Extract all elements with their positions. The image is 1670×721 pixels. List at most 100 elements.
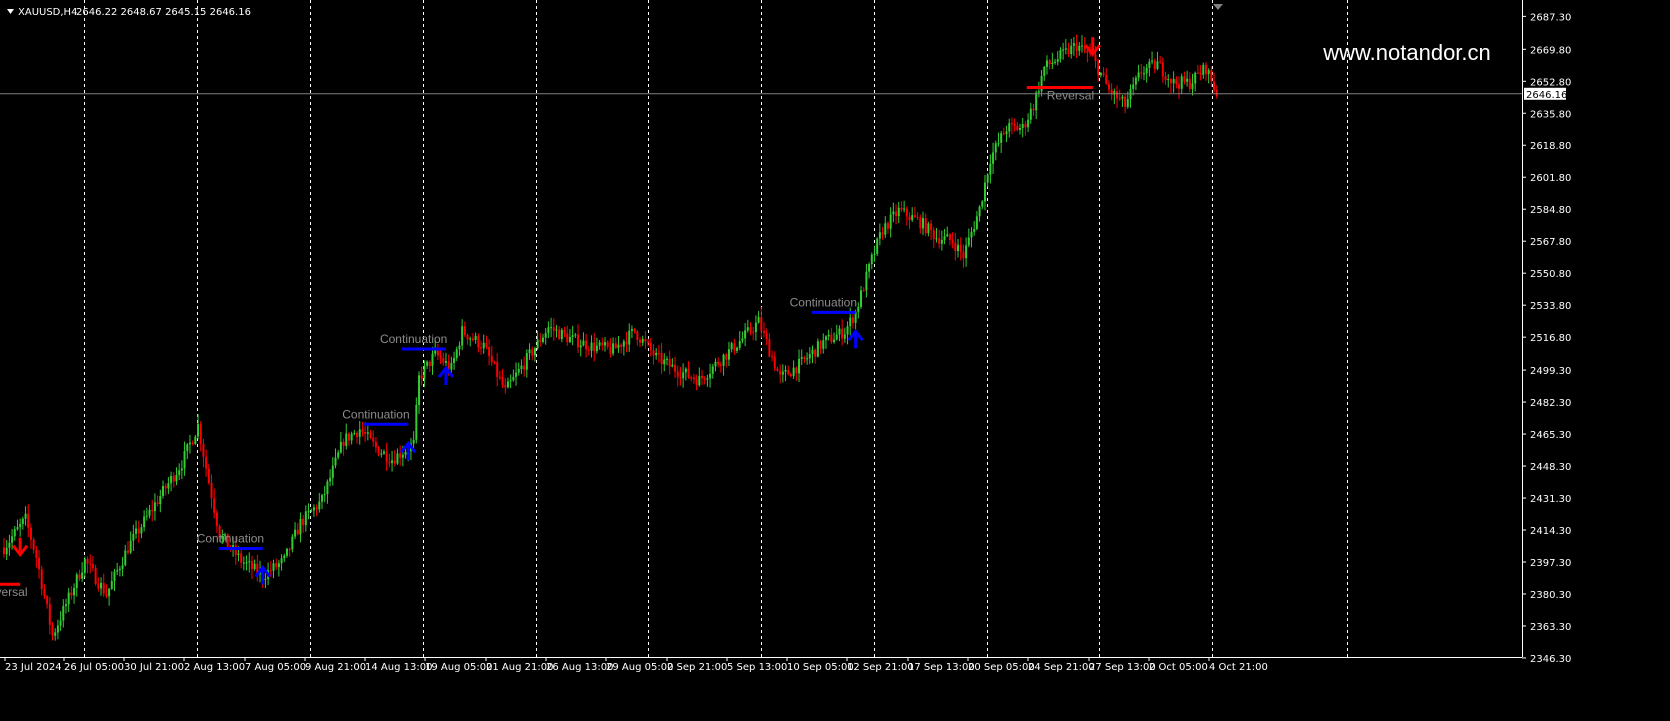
candle-body (444, 361, 447, 363)
candle-body (722, 354, 725, 366)
candle-body (1137, 72, 1140, 78)
signal-label: Continuation (342, 407, 409, 421)
candle-body (29, 527, 32, 540)
candle-body (1180, 76, 1183, 89)
candle-body (194, 436, 197, 444)
candle-body (876, 238, 879, 254)
candle-body (924, 218, 927, 234)
candle-body (555, 329, 558, 331)
candle-body (48, 604, 51, 625)
candle-body (563, 329, 566, 334)
candle-body (644, 338, 647, 342)
ohlc-readout: 2646.22 2648.67 2645.15 2646.16 (76, 7, 251, 18)
candle-body (197, 423, 200, 437)
candle-body (587, 349, 590, 351)
symbol-header[interactable]: XAUUSD,H4 2646.22 2648.67 2645.15 2646.1… (7, 7, 251, 18)
candle-body (461, 326, 464, 346)
candle-body (105, 593, 108, 597)
price-tick-label: 2652.80 (1530, 77, 1571, 88)
candle-body (493, 362, 496, 364)
candle-body (67, 592, 70, 605)
candle-body (913, 215, 916, 217)
time-tick-label: 12 Sep 21:00 (847, 662, 914, 673)
candle-body (542, 337, 544, 342)
candle-body (1075, 43, 1078, 51)
candle-body (558, 329, 561, 339)
candle-body (811, 349, 814, 355)
candle-body (566, 333, 569, 342)
candle-body (372, 437, 375, 442)
candle-body (762, 330, 765, 333)
candle-body (989, 163, 992, 175)
candle-body (1199, 73, 1202, 75)
time-tick-label: 19 Aug 05:00 (425, 662, 492, 673)
candle-body (498, 376, 501, 378)
candle-body (649, 342, 652, 351)
candle-body (153, 502, 156, 512)
candle-body (822, 340, 825, 349)
candle-body (528, 349, 531, 354)
candle-body (1072, 43, 1075, 46)
candle-body (108, 588, 111, 597)
candle-body (630, 328, 633, 331)
candle-body (296, 529, 299, 535)
candle-body (868, 264, 871, 272)
candle-body (1081, 45, 1083, 47)
candle-body (900, 207, 903, 210)
candle-body (175, 475, 178, 482)
signal-label: Reversal (1047, 88, 1094, 102)
candle-body (1148, 61, 1151, 68)
candle-body (121, 565, 124, 569)
candle-body (148, 509, 151, 516)
candle-body (469, 338, 472, 340)
candle-body (967, 237, 970, 246)
candle-body (1153, 60, 1156, 69)
candle-body (908, 216, 911, 221)
candle-body (1059, 50, 1062, 60)
candle-body (520, 365, 523, 369)
candle-body (202, 444, 205, 457)
price-tick-label: 2465.30 (1530, 430, 1571, 441)
chart-background (0, 0, 1670, 721)
candle-body (164, 485, 167, 489)
candle-body (727, 349, 730, 360)
candle-body (86, 558, 89, 564)
candle-body (240, 553, 243, 563)
candle-body (474, 336, 477, 340)
candle-body (932, 230, 935, 240)
candle-body (471, 338, 474, 340)
candle-body (657, 352, 660, 354)
price-tick-label: 2363.30 (1530, 622, 1571, 633)
price-tick-label: 2397.30 (1530, 558, 1571, 569)
price-tick-label: 2448.30 (1530, 462, 1571, 473)
candle-body (784, 370, 787, 372)
price-tick-label: 2431.30 (1530, 494, 1571, 505)
candle-body (428, 361, 431, 366)
candle-body (415, 404, 418, 440)
candle-body (1159, 61, 1162, 63)
price-chart[interactable]: Reversal Continuation Continuation Continua… (0, 0, 1670, 721)
candle-body (11, 536, 14, 543)
candle-body (873, 253, 876, 255)
candle-body (426, 361, 429, 366)
time-tick-label: 2 Aug 13:00 (184, 662, 245, 673)
candle-body (291, 536, 294, 550)
candle-body (808, 354, 811, 359)
candle-body (903, 208, 906, 210)
candle-body (571, 335, 574, 338)
candle-body (517, 368, 520, 373)
candle-body (781, 371, 784, 375)
candle-body (512, 376, 515, 381)
candle-body (94, 567, 97, 585)
current-price-label: 2646.16 (1526, 90, 1567, 101)
candle-body (544, 333, 547, 338)
candle-body (803, 357, 806, 359)
candle-body (342, 441, 345, 446)
candle-body (614, 343, 617, 348)
candle-body (525, 353, 528, 370)
candle-body (1067, 48, 1070, 55)
candle-body (911, 215, 914, 221)
candle-body (717, 361, 720, 365)
candle-body (660, 352, 663, 365)
candle-body (655, 352, 658, 356)
